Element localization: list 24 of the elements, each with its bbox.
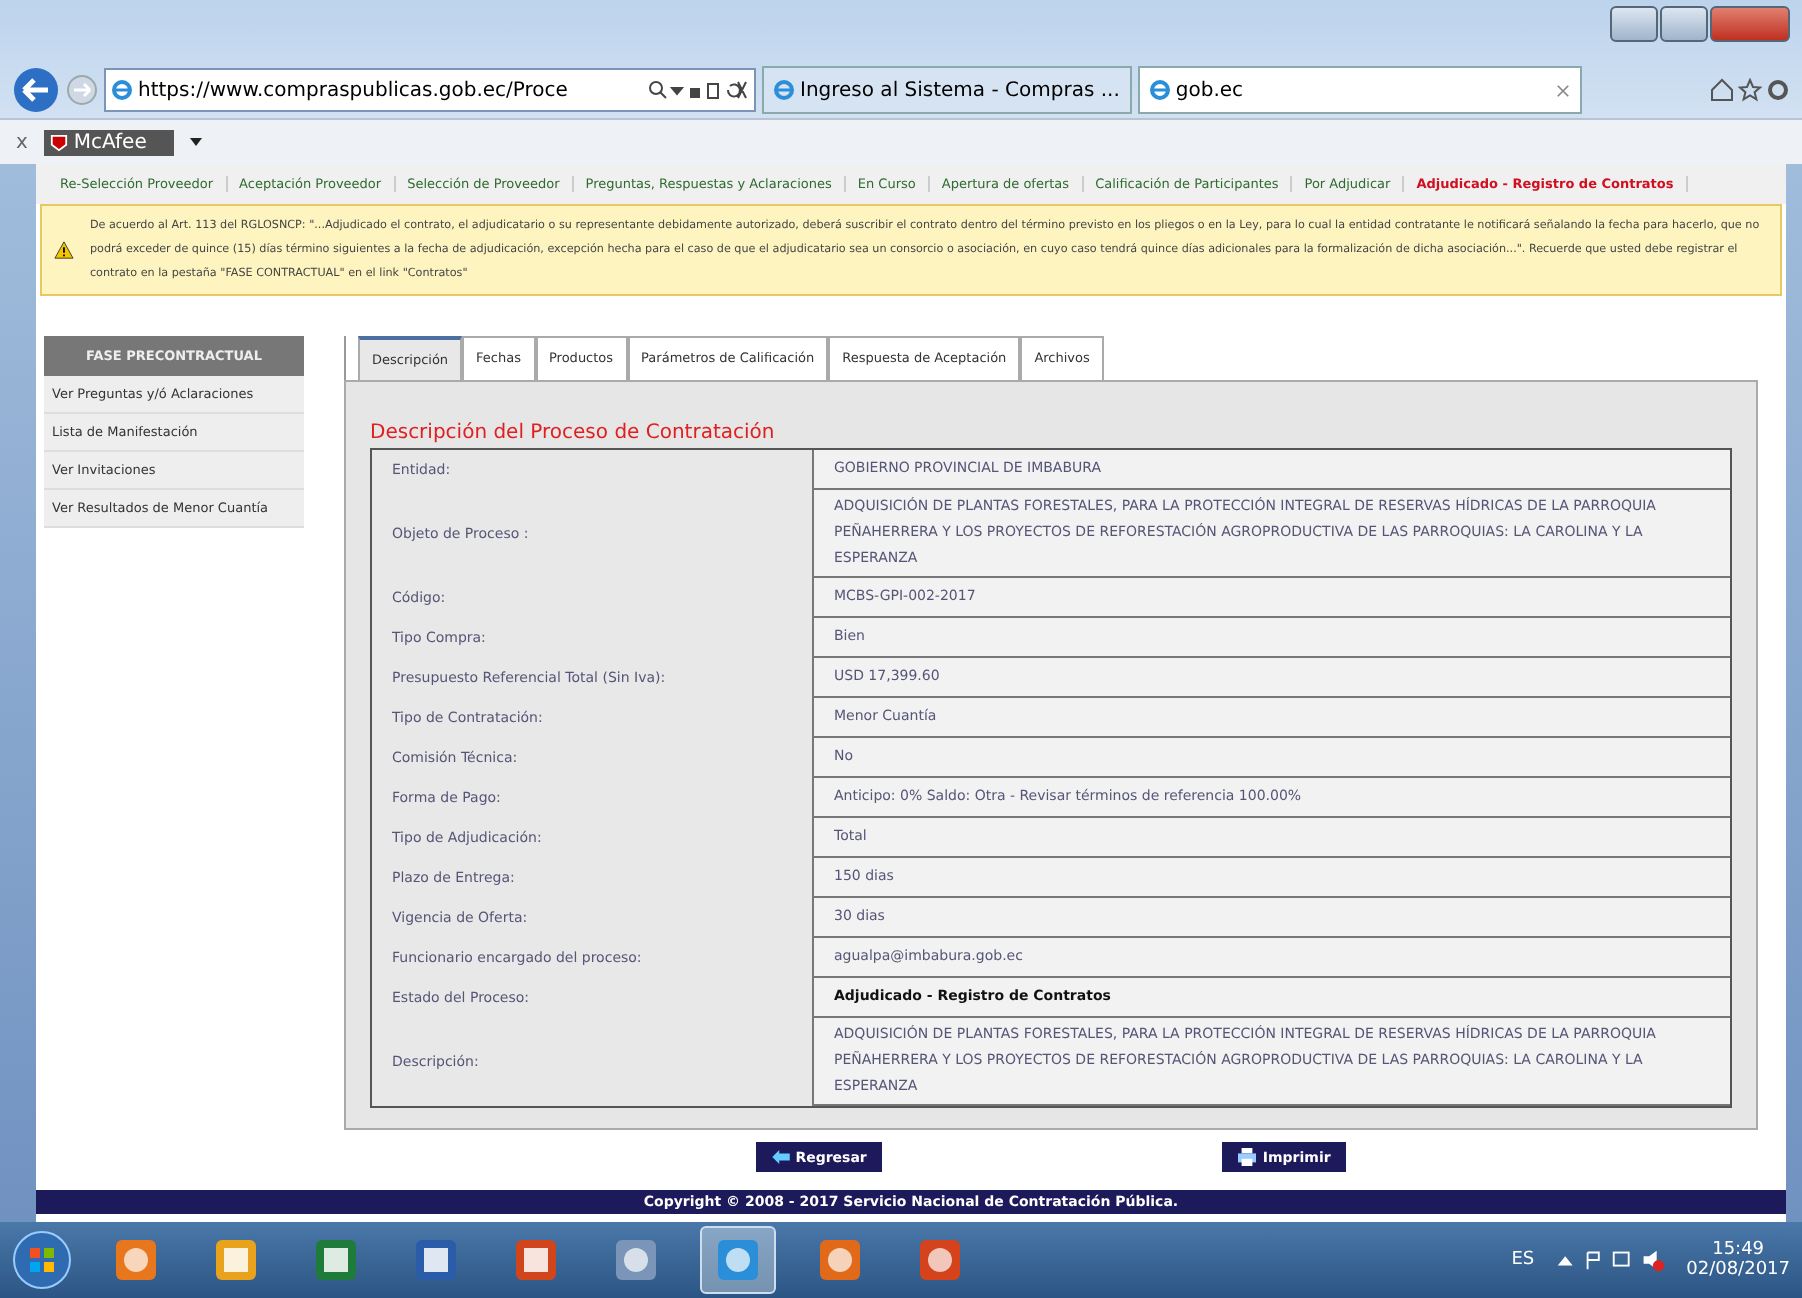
browser-logo-icon [112,80,132,100]
clock-time: 15:49 [1712,1240,1765,1260]
section-title: Descripción del Proceso de Contratación [370,422,777,444]
tray-icons[interactable] [1554,1248,1667,1272]
mcafee-toolbar-button[interactable]: McAfee [43,129,175,155]
clock[interactable]: 15:49 02/08/2017 [1686,1240,1790,1280]
dropdown-caret-icon[interactable] [190,138,203,146]
address-bar[interactable]: https://www.compraspublicas.gob.ec/Proce [104,68,756,112]
browser-tab[interactable]: gob.ec [1137,66,1582,114]
window-controls-icon[interactable] [1610,6,1790,42]
browser-logo-icon [1149,80,1170,100]
close-toolbar-button[interactable]: x [16,131,28,153]
printer-icon [1238,1148,1257,1166]
close-icon[interactable] [1555,83,1570,97]
address-bar-tools-icon[interactable] [648,80,748,100]
shield-icon [49,133,68,151]
clock-date: 02/08/2017 [1686,1260,1790,1280]
address-text: https://www.compraspublicas.gob.ec/Proce [138,79,570,101]
left-arrow-icon [771,1150,790,1164]
browser-logo-icon [774,80,794,100]
home-favorites-settings-icon[interactable] [1710,78,1790,102]
language-indicator[interactable]: ES [1511,1250,1535,1270]
start-button-icon[interactable] [12,1230,72,1290]
browser-tab[interactable]: Ingreso al Sistema - Compras ... [762,66,1132,114]
